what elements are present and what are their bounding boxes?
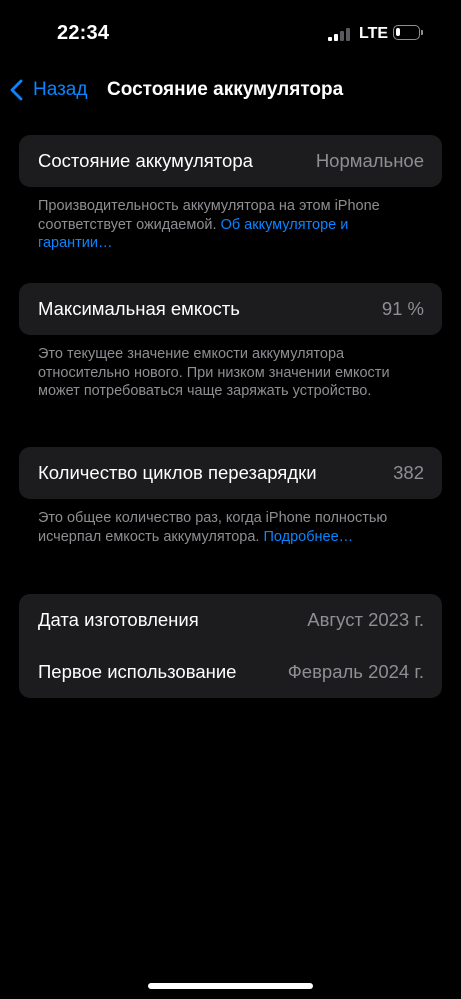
- max-capacity-footer: Это текущее значение емкости аккумулятор…: [38, 345, 418, 401]
- battery-health-footer: Производительность аккумулятора на этом …: [38, 197, 418, 253]
- max-capacity-row: Максимальная емкость 91 %: [19, 283, 442, 335]
- back-label: Назад: [33, 79, 88, 100]
- cellular-signal-icon: [328, 26, 350, 41]
- network-type: LTE: [359, 25, 389, 42]
- navigation-bar: Назад Состояние аккумулятора: [0, 70, 461, 110]
- status-time: 22:34: [57, 22, 110, 44]
- battery-health-card: Состояние аккумулятора Нормальное: [19, 135, 442, 187]
- battery-level: [396, 28, 401, 36]
- battery-tip: [421, 30, 423, 35]
- page-title: Состояние аккумулятора: [107, 79, 344, 100]
- cycle-count-row: Количество циклов перезарядки 382: [19, 447, 442, 499]
- battery-health-value: Нормальное: [315, 150, 424, 171]
- first-use-label: Первое использование: [38, 661, 237, 682]
- signal-bar: [334, 34, 338, 41]
- signal-bar: [340, 31, 344, 41]
- signal-bar: [346, 28, 350, 41]
- learn-more-link[interactable]: Подробнее…: [263, 529, 353, 545]
- battery-health-row: Состояние аккумулятора Нормальное: [19, 135, 442, 187]
- back-button[interactable]: Назад: [10, 76, 87, 104]
- manufacture-date-value: Август 2023 г.: [307, 609, 424, 630]
- max-capacity-footer-text: Это текущее значение емкости аккумулятор…: [38, 346, 390, 399]
- signal-bar: [328, 37, 332, 41]
- max-capacity-value: 91 %: [381, 298, 424, 319]
- manufacture-date-row: Дата изготовления Август 2023 г.: [19, 594, 442, 646]
- home-indicator[interactable]: [148, 983, 313, 989]
- battery-health-label: Состояние аккумулятора: [38, 150, 253, 171]
- dates-card: Дата изготовления Август 2023 г. Первое …: [19, 594, 442, 698]
- chevron-left-icon: [10, 79, 23, 101]
- first-use-row: Первое использование Февраль 2024 г.: [19, 646, 442, 698]
- status-bar: 22:34 LTE: [0, 0, 461, 60]
- cycle-count-value: 382: [393, 462, 424, 483]
- max-capacity-card: Максимальная емкость 91 %: [19, 283, 442, 335]
- first-use-value: Февраль 2024 г.: [287, 661, 424, 682]
- manufacture-date-label: Дата изготовления: [38, 609, 199, 630]
- cycle-count-footer: Это общее количество раз, когда iPhone п…: [38, 509, 418, 546]
- battery-icon: [393, 25, 420, 40]
- max-capacity-label: Максимальная емкость: [38, 298, 240, 319]
- cycle-count-label: Количество циклов перезарядки: [38, 462, 317, 483]
- cycle-count-card: Количество циклов перезарядки 382: [19, 447, 442, 499]
